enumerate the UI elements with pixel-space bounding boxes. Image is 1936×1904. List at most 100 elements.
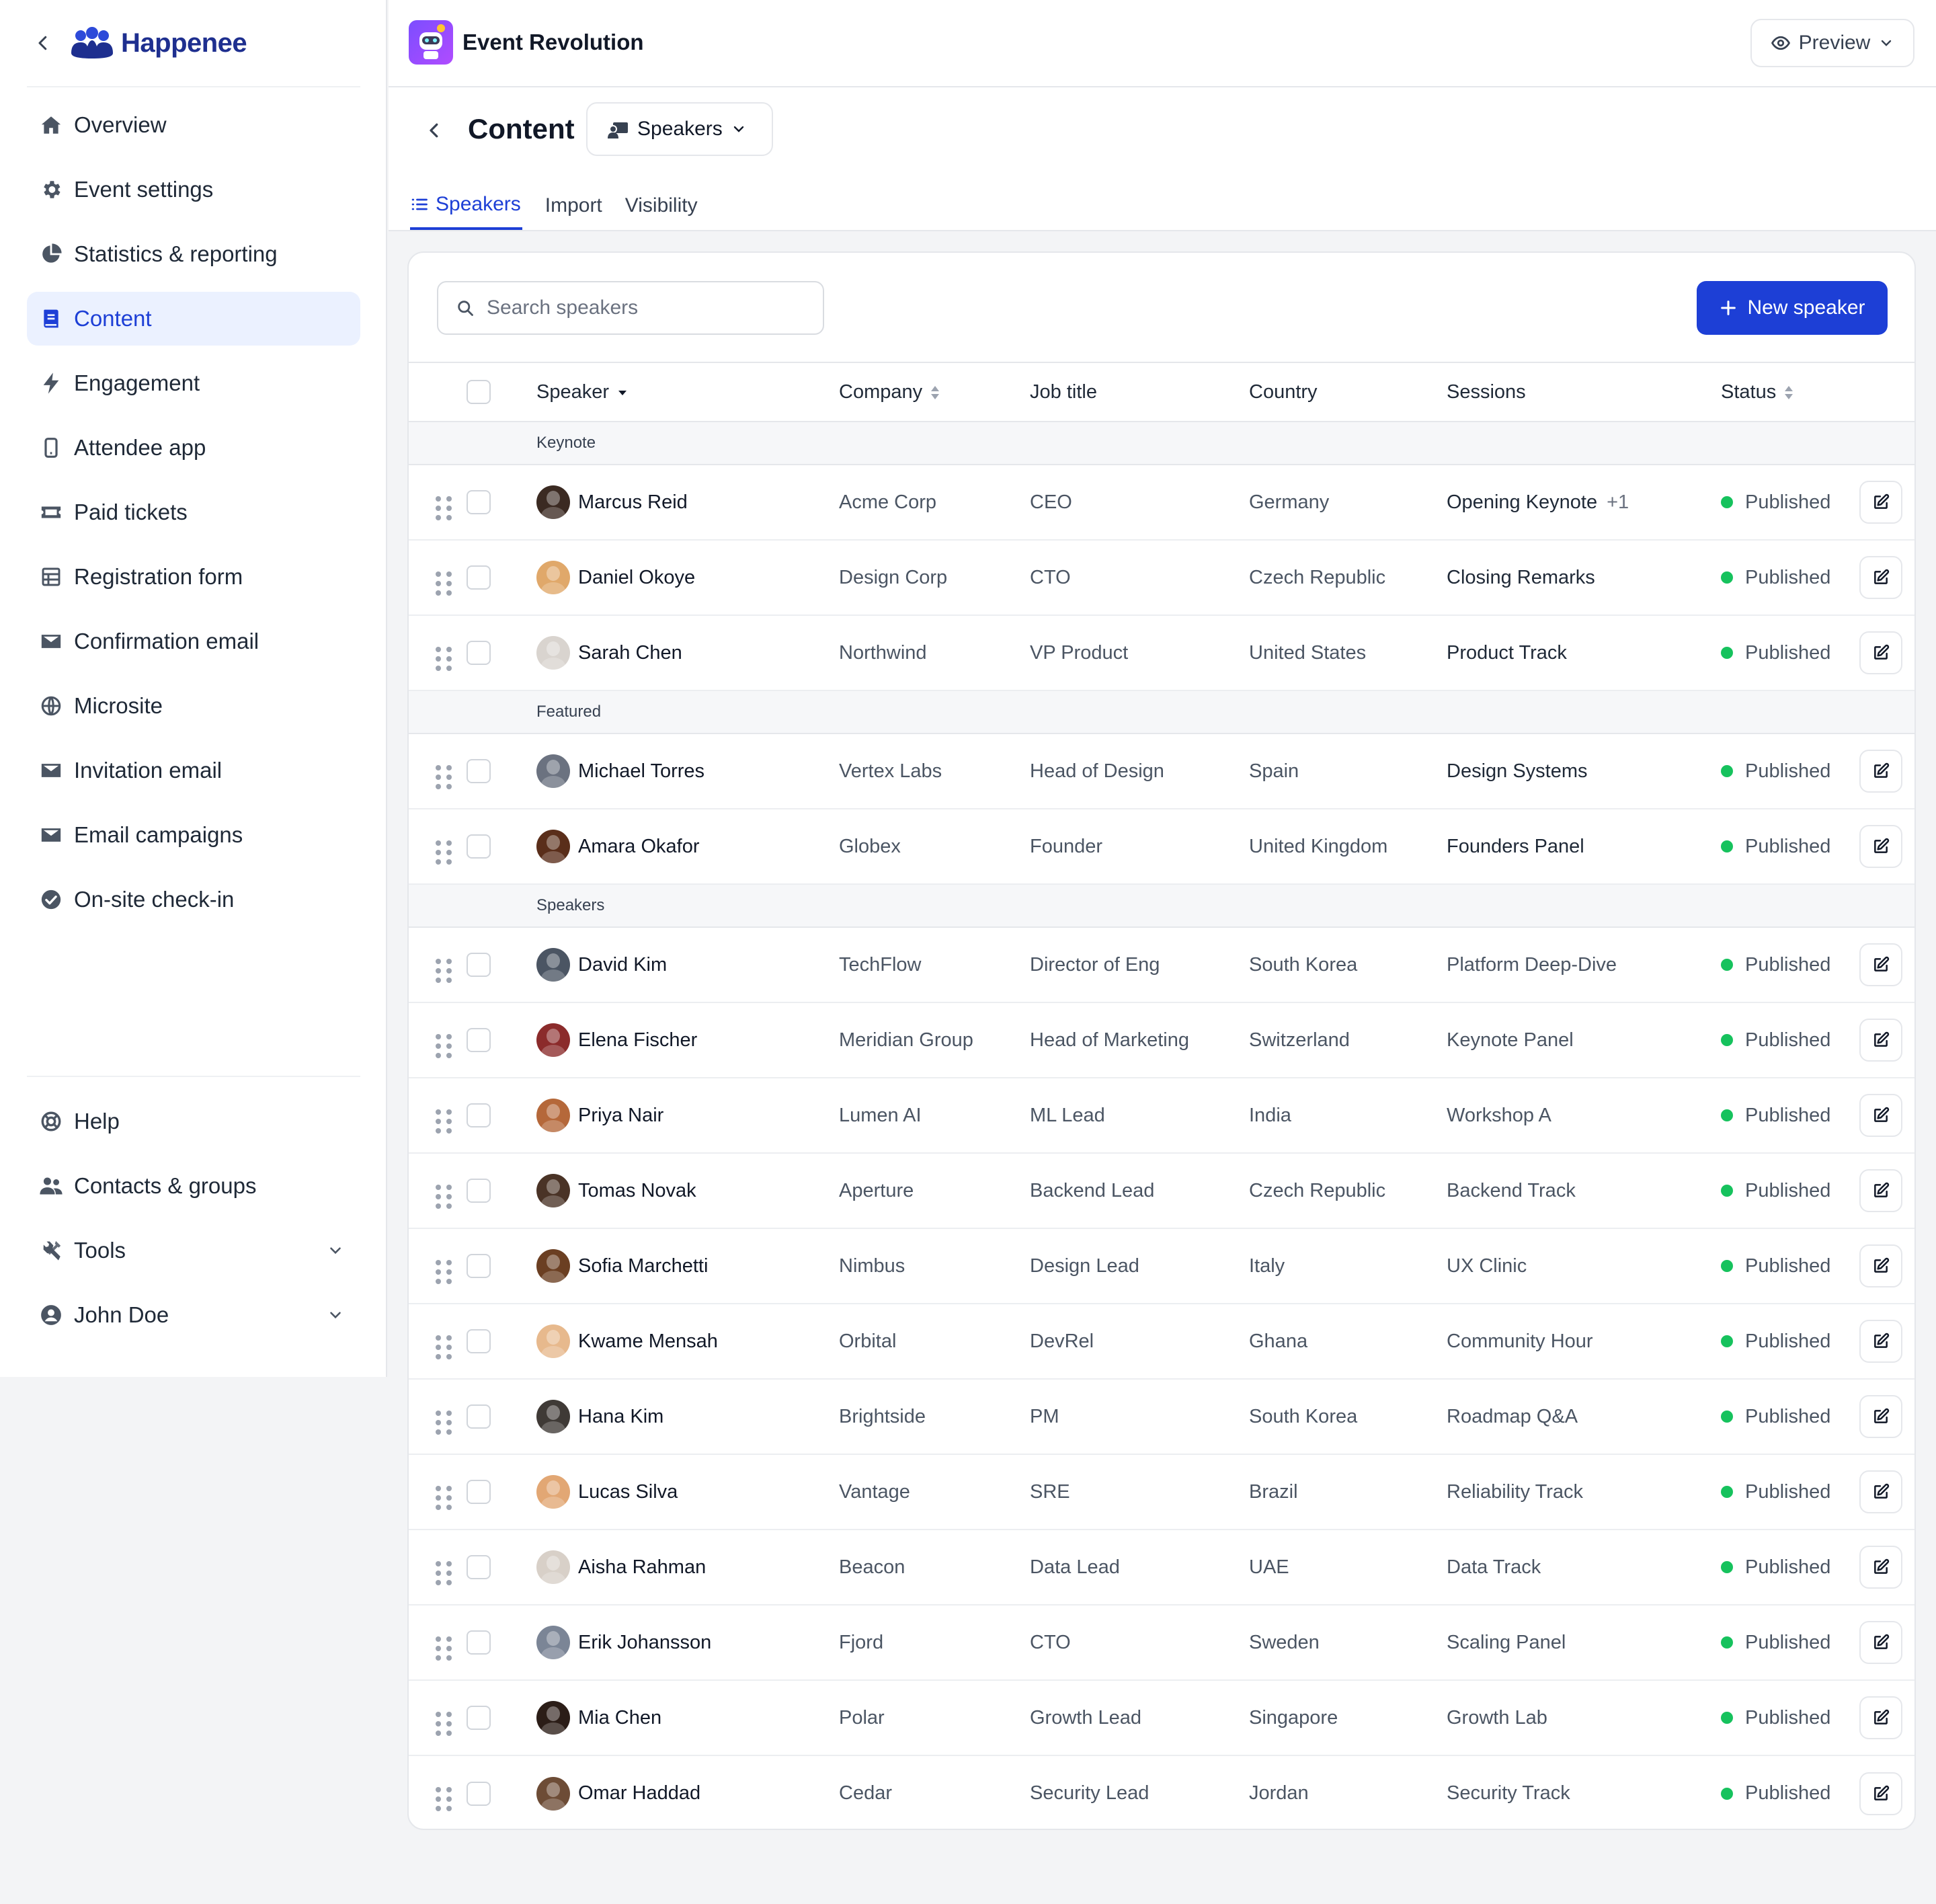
edit-button[interactable] [1859,825,1902,868]
table-row[interactable]: Omar Haddad Cedar Security Lead Jordan Secur… [409,1755,1914,1829]
drag-handle-icon[interactable] [436,1485,452,1510]
sidebar-item-registration-form[interactable]: Registration form [27,550,360,604]
row-checkbox[interactable] [467,641,491,665]
table-row[interactable]: Kwame Mensah Orbital DevRel Ghana Community … [409,1304,1914,1379]
speaker-name[interactable]: Erik Johansson [578,1632,711,1654]
table-row[interactable]: Michael Torres Vertex Labs Head of Design S… [409,733,1914,809]
speaker-name[interactable]: Kwame Mensah [578,1331,718,1353]
happenee-logo[interactable]: Happenee [70,26,247,60]
table-row[interactable]: Sarah Chen Northwind VP Product United Stat… [409,615,1914,690]
table-row[interactable]: Mia Chen Polar Growth Lead Singapore Growth … [409,1680,1914,1755]
row-checkbox[interactable] [467,1781,491,1806]
row-checkbox[interactable] [467,1630,491,1655]
speaker-name[interactable]: Amara Okafor [578,836,700,858]
sidebar-item-attendee-app[interactable]: Attendee app [27,421,360,475]
sidebar-item-tools[interactable]: Tools [27,1224,360,1277]
row-checkbox[interactable] [467,1103,491,1127]
sidebar-item-microsite[interactable]: Microsite [27,679,360,733]
table-row[interactable]: Hana Kim Brightside PM South Korea Roadmap Q… [409,1379,1914,1454]
drag-handle-icon[interactable] [436,1410,452,1435]
edit-button[interactable] [1859,750,1902,793]
speaker-name[interactable]: Mia Chen [578,1707,661,1729]
row-checkbox[interactable] [467,1179,491,1203]
row-checkbox[interactable] [467,1404,491,1429]
edit-button[interactable] [1859,1395,1902,1438]
drag-handle-icon[interactable] [436,1335,452,1359]
sidebar-item-on-site-check-in[interactable]: On-site check-in [27,873,360,926]
drag-handle-icon[interactable] [436,1560,452,1585]
speaker-name[interactable]: Marcus Reid [578,491,688,514]
speaker-name[interactable]: Tomas Novak [578,1180,696,1202]
row-checkbox[interactable] [467,1329,491,1353]
speaker-name[interactable]: Sarah Chen [578,642,682,664]
edit-button[interactable] [1859,481,1902,524]
row-checkbox[interactable] [467,759,491,783]
sidebar-item-email-campaigns[interactable]: Email campaigns [27,808,360,862]
row-checkbox[interactable] [467,490,491,514]
edit-button[interactable] [1859,943,1902,986]
edit-button[interactable] [1859,1772,1902,1815]
sidebar-item-content[interactable]: Content [27,292,360,346]
sidebar-item-contacts-and-groups[interactable]: Contacts & groups [27,1159,360,1213]
select-all-checkbox[interactable] [467,380,491,404]
sidebar-item-help[interactable]: Help [27,1095,360,1148]
sidebar-item-paid-tickets[interactable]: Paid tickets [27,485,360,539]
row-checkbox[interactable] [467,1706,491,1730]
drag-handle-icon[interactable] [436,958,452,983]
drag-handle-icon[interactable] [436,1184,452,1209]
table-row[interactable]: Elena Fischer Meridian Group Head of Marke… [409,1002,1914,1078]
table-row[interactable]: Lucas Silva Vantage SRE Brazil Reliability T… [409,1454,1914,1530]
speaker-name[interactable]: David Kim [578,954,667,976]
speaker-name[interactable]: Omar Haddad [578,1782,700,1804]
drag-handle-icon[interactable] [436,764,452,789]
drag-handle-icon[interactable] [436,1033,452,1058]
drag-handle-icon[interactable] [436,1711,452,1736]
table-row[interactable]: Sofia Marchetti Nimbus Design Lead Italy UX … [409,1228,1914,1304]
speaker-name[interactable]: Priya Nair [578,1105,663,1127]
col-speaker[interactable]: Speaker [536,362,839,422]
drag-handle-icon[interactable] [436,571,452,596]
edit-button[interactable] [1859,1094,1902,1137]
drag-handle-icon[interactable] [436,646,452,671]
speaker-name[interactable]: Lucas Silva [578,1481,678,1503]
row-checkbox[interactable] [467,1480,491,1504]
table-row[interactable]: Aisha Rahman Beacon Data Lead UAE Data Track… [409,1530,1914,1605]
speaker-name[interactable]: Elena Fischer [578,1029,697,1052]
row-checkbox[interactable] [467,1028,491,1052]
edit-button[interactable] [1859,1470,1902,1513]
preview-button[interactable]: Preview [1750,19,1914,67]
edit-button[interactable] [1859,1621,1902,1664]
row-checkbox[interactable] [467,834,491,859]
row-checkbox[interactable] [467,1254,491,1278]
sidebar-item-invitation-email[interactable]: Invitation email [27,744,360,797]
tab-speakers[interactable]: Speakers [410,182,522,230]
table-row[interactable]: Marcus Reid Acme Corp CEO Germany Opening Ke… [409,465,1914,540]
sidebar-item-engagement[interactable]: Engagement [27,356,360,410]
back-button[interactable] [421,117,448,144]
content-type-select[interactable]: Speakers [586,102,773,156]
drag-handle-icon[interactable] [436,840,452,865]
edit-button[interactable] [1859,1546,1902,1589]
drag-handle-icon[interactable] [436,495,452,520]
edit-button[interactable] [1859,1019,1902,1062]
table-row[interactable]: David Kim TechFlow Director of Eng South Ko… [409,927,1914,1002]
speaker-name[interactable]: Daniel Okoye [578,567,695,589]
tab-import[interactable]: Import [545,182,602,230]
table-row[interactable]: Daniel Okoye Design Corp CTO Czech Republic… [409,540,1914,615]
table-row[interactable]: Amara Okafor Globex Founder United Kingdom F… [409,809,1914,884]
drag-handle-icon[interactable] [436,1787,452,1811]
speaker-name[interactable]: Aisha Rahman [578,1556,706,1579]
edit-button[interactable] [1859,556,1902,599]
edit-button[interactable] [1859,1169,1902,1212]
sidebar-item-statistics-and-reporting[interactable]: Statistics & reporting [27,227,360,281]
row-checkbox[interactable] [467,1555,491,1579]
row-checkbox[interactable] [467,953,491,977]
sidebar-item-overview[interactable]: Overview [27,98,360,152]
sidebar-item-john-doe[interactable]: John Doe [27,1288,360,1342]
speaker-name[interactable]: Hana Kim [578,1406,663,1428]
new-speaker-button[interactable]: New speaker [1697,281,1888,335]
sidebar-item-confirmation-email[interactable]: Confirmation email [27,614,360,668]
drag-handle-icon[interactable] [436,1109,452,1134]
drag-handle-icon[interactable] [436,1636,452,1661]
edit-button[interactable] [1859,1244,1902,1287]
